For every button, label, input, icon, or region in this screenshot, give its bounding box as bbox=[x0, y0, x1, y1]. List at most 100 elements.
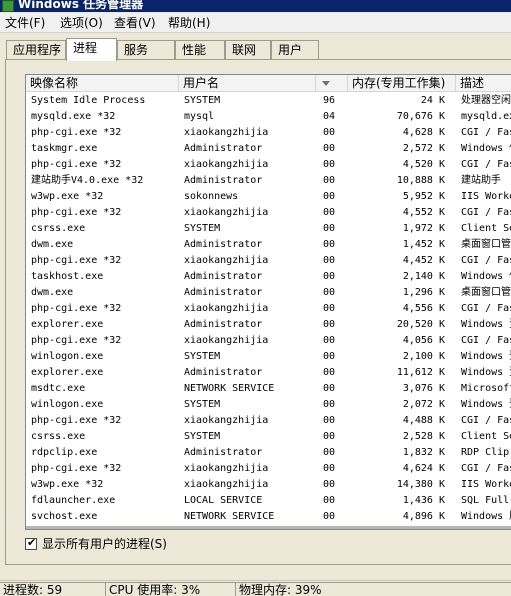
process-list-body: System Idle Process SYSTEM 96 24 K 处理器空闲 mysq… bbox=[26, 93, 511, 527]
tab-services[interactable]: 服务 bbox=[117, 40, 175, 60]
process-row[interactable]: php-cgi.exe *32 xiaokangzhijia 00 4,628 K CG… bbox=[26, 125, 511, 141]
process-image-name: php-cgi.exe *32 bbox=[31, 463, 122, 474]
menu-view[interactable]: 查看(V) bbox=[114, 15, 156, 31]
process-memory: 20,520 K bbox=[396, 319, 445, 330]
process-memory: 3,076 K bbox=[402, 383, 445, 394]
menu-file[interactable]: 文件(F) bbox=[5, 15, 45, 31]
process-memory: 1,972 K bbox=[402, 223, 445, 234]
process-cpu: 00 bbox=[323, 127, 336, 138]
process-cpu: 00 bbox=[323, 175, 336, 186]
process-row[interactable]: w3wp.exe *32 xiaokangzhijia 00 14,380 K IIS … bbox=[26, 477, 511, 493]
process-image-name: dwm.exe bbox=[31, 287, 74, 298]
process-image-name: msdtc.exe bbox=[31, 383, 86, 394]
process-row[interactable]: php-cgi.exe *32 xiaokangzhijia 00 4,056 K CG… bbox=[26, 333, 511, 349]
process-description: Client Server bbox=[461, 431, 511, 442]
process-list[interactable]: 映像名称 用户名 内存(专用工作集) 描述 System Idle Proces… bbox=[25, 74, 511, 530]
process-row[interactable]: winlogon.exe SYSTEM 00 2,072 K Windows 登录 bbox=[26, 397, 511, 413]
process-row[interactable]: dwm.exe Administrator 00 1,452 K 桌面窗口管理器 bbox=[26, 237, 511, 253]
process-description: Client Server bbox=[461, 223, 511, 234]
process-description: CGI / FastCGI bbox=[461, 335, 511, 346]
process-row[interactable]: taskhost.exe Administrator 00 2,140 K Window… bbox=[26, 269, 511, 285]
horizontal-scrollbar[interactable] bbox=[26, 526, 511, 529]
tab-processes[interactable]: 进程 bbox=[66, 38, 117, 61]
process-description: IIS Worker bbox=[461, 191, 511, 202]
process-cpu: 00 bbox=[323, 319, 336, 330]
status-physical-memory: 物理内存: 39% bbox=[235, 582, 511, 596]
process-image-name: php-cgi.exe *32 bbox=[31, 207, 122, 218]
process-row[interactable]: 建站助手V4.0.exe *32 Administrator 00 10,888 K 建… bbox=[26, 173, 511, 189]
show-all-users-label[interactable]: 显示所有用户的进程(S) bbox=[42, 537, 167, 552]
process-description: Microsoft bbox=[461, 383, 511, 394]
process-user-name: Administrator bbox=[184, 271, 263, 282]
process-description: CGI / FastCGI bbox=[461, 159, 511, 170]
status-process-count: 进程数: 59 bbox=[0, 582, 105, 596]
process-user-name: xiaokangzhijia bbox=[184, 463, 269, 474]
process-row[interactable]: svchost.exe NETWORK SERVICE 00 4,896 K Windo… bbox=[26, 509, 511, 525]
process-description: Windows 资源 bbox=[461, 319, 511, 330]
process-cpu: 00 bbox=[323, 431, 336, 442]
process-row[interactable]: dwm.exe Administrator 00 1,296 K 桌面窗口管理器 bbox=[26, 285, 511, 301]
menu-help[interactable]: 帮助(H) bbox=[168, 15, 210, 31]
process-row[interactable]: winlogon.exe SYSTEM 00 2,100 K Windows 登录 bbox=[26, 349, 511, 365]
process-memory: 4,056 K bbox=[402, 335, 445, 346]
process-row[interactable]: php-cgi.exe *32 xiaokangzhijia 00 4,488 K CG… bbox=[26, 413, 511, 429]
column-header-description[interactable]: 描述 bbox=[456, 75, 511, 92]
process-row[interactable]: w3wp.exe *32 sokonnews 00 5,952 K IIS Worker bbox=[26, 189, 511, 205]
process-row[interactable]: taskmgr.exe Administrator 00 2,572 K Windows… bbox=[26, 141, 511, 157]
process-memory: 4,552 K bbox=[402, 207, 445, 218]
process-row[interactable]: System Idle Process SYSTEM 96 24 K 处理器空闲 bbox=[26, 93, 511, 109]
process-cpu: 00 bbox=[323, 191, 336, 202]
tab-applications[interactable]: 应用程序 bbox=[6, 40, 66, 60]
process-description: CGI / FastCGI bbox=[461, 207, 511, 218]
process-row[interactable]: csrss.exe SYSTEM 00 1,972 K Client Server bbox=[26, 221, 511, 237]
column-header-cpu[interactable] bbox=[316, 75, 348, 92]
process-image-name: php-cgi.exe *32 bbox=[31, 255, 122, 266]
show-all-users-checkbox[interactable]: ✔ bbox=[25, 536, 37, 550]
process-row[interactable]: php-cgi.exe *32 xiaokangzhijia 00 4,556 K CG… bbox=[26, 301, 511, 317]
process-description: mysqld.exe bbox=[461, 111, 511, 122]
process-row[interactable]: php-cgi.exe *32 xiaokangzhijia 00 4,624 K CG… bbox=[26, 461, 511, 477]
process-row[interactable]: fdlauncher.exe LOCAL SERVICE 00 1,436 K SQL … bbox=[26, 493, 511, 509]
process-cpu: 00 bbox=[323, 463, 336, 474]
process-user-name: Administrator bbox=[184, 175, 263, 186]
process-image-name: winlogon.exe bbox=[31, 351, 104, 362]
menu-options[interactable]: 选项(O) bbox=[60, 15, 103, 31]
title-bar[interactable]: Windows 任务管理器 bbox=[0, 0, 511, 12]
process-cpu: 04 bbox=[323, 111, 336, 122]
column-header-user-name[interactable]: 用户名 bbox=[179, 75, 316, 92]
process-row[interactable]: php-cgi.exe *32 xiaokangzhijia 00 4,520 K CG… bbox=[26, 157, 511, 173]
process-user-name: SYSTEM bbox=[184, 95, 221, 106]
process-row[interactable]: php-cgi.exe *32 xiaokangzhijia 00 4,452 K CG… bbox=[26, 253, 511, 269]
process-image-name: explorer.exe bbox=[31, 367, 104, 378]
process-image-name: 建站助手V4.0.exe *32 bbox=[31, 175, 144, 186]
checkmark-icon: ✔ bbox=[27, 536, 37, 549]
tab-users[interactable]: 用户 bbox=[271, 40, 319, 60]
process-cpu: 00 bbox=[323, 143, 336, 154]
process-image-name: rdpclip.exe bbox=[31, 447, 98, 458]
process-cpu: 00 bbox=[323, 351, 336, 362]
process-image-name: mysqld.exe *32 bbox=[31, 111, 116, 122]
process-row[interactable]: php-cgi.exe *32 xiaokangzhijia 00 4,552 K CG… bbox=[26, 205, 511, 221]
process-memory: 1,436 K bbox=[402, 495, 445, 506]
tab-networking[interactable]: 联网 bbox=[225, 40, 271, 60]
process-cpu: 00 bbox=[323, 207, 336, 218]
tab-performance[interactable]: 性能 bbox=[175, 40, 225, 60]
tab-strip: 应用程序 进程 服务 性能 联网 用户 bbox=[0, 33, 511, 61]
process-cpu: 00 bbox=[323, 271, 336, 282]
process-memory: 4,488 K bbox=[402, 415, 445, 426]
process-memory: 5,952 K bbox=[402, 191, 445, 202]
process-image-name: w3wp.exe *32 bbox=[31, 479, 104, 490]
process-user-name: SYSTEM bbox=[184, 223, 221, 234]
process-memory: 2,100 K bbox=[402, 351, 445, 362]
menu-bar: 文件(F) 选项(O) 查看(V) 帮助(H) bbox=[0, 13, 511, 33]
process-row[interactable]: explorer.exe Administrator 00 11,612 K Windo… bbox=[26, 365, 511, 381]
process-user-name: Administrator bbox=[184, 319, 263, 330]
column-header-memory[interactable]: 内存(专用工作集) bbox=[348, 75, 456, 92]
column-header-image-name[interactable]: 映像名称 bbox=[26, 75, 179, 92]
process-memory: 1,832 K bbox=[402, 447, 445, 458]
process-row[interactable]: explorer.exe Administrator 00 20,520 K Windo… bbox=[26, 317, 511, 333]
process-row[interactable]: rdpclip.exe Administrator 00 1,832 K RDP Cli… bbox=[26, 445, 511, 461]
process-row[interactable]: csrss.exe SYSTEM 00 2,528 K Client Server bbox=[26, 429, 511, 445]
process-row[interactable]: msdtc.exe NETWORK SERVICE 00 3,076 K Microso… bbox=[26, 381, 511, 397]
process-row[interactable]: mysqld.exe *32 mysql 04 70,676 K mysqld.exe bbox=[26, 109, 511, 125]
